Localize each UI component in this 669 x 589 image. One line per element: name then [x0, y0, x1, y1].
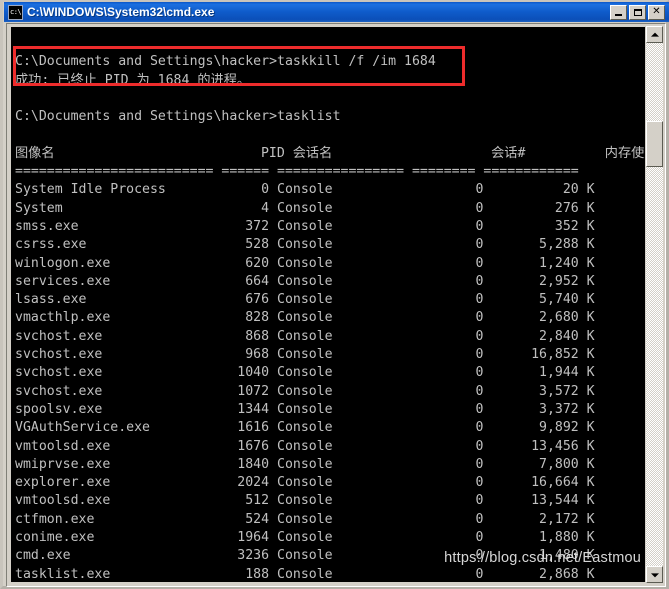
- screenshot-root: C:\WINDOWS\System32\cmd.exe ✕ C:\Documen…: [0, 0, 669, 589]
- command-line-tasklist: C:\Documents and Settings\hacker>tasklis…: [15, 109, 341, 125]
- maximize-button[interactable]: [629, 4, 646, 20]
- close-icon: ✕: [652, 6, 661, 17]
- table-row: ctfmon.exe 524 Console 0 2,172 K: [15, 511, 595, 527]
- scroll-up-button[interactable]: [646, 26, 663, 43]
- table-separator-row: ========================= ====== =======…: [15, 164, 579, 180]
- table-row: spoolsv.exe 1344 Console 0 3,372 K: [15, 401, 595, 417]
- cmd-icon: [8, 4, 23, 20]
- table-row: vmtoolsd.exe 512 Console 0 13,544 K: [15, 493, 595, 509]
- watermark-text: https://blog.csdn.net/Eastmou: [444, 550, 641, 566]
- scrollbar-thumb[interactable]: [646, 121, 663, 167]
- close-button[interactable]: ✕: [648, 4, 665, 20]
- window-controls: ✕: [610, 4, 665, 20]
- table-row: lsass.exe 676 Console 0 5,740 K: [15, 292, 595, 308]
- table-row: svchost.exe 868 Console 0 2,840 K: [15, 328, 595, 344]
- table-row: vmtoolsd.exe 1676 Console 0 13,456 K: [15, 438, 595, 454]
- table-row: vmacthlp.exe 828 Console 0 2,680 K: [15, 310, 595, 326]
- minimize-icon: [615, 13, 622, 16]
- table-row: wmiprvse.exe 1840 Console 0 7,800 K: [15, 456, 595, 472]
- window-client-area: C:\Documents and Settings\hacker>taskkil…: [6, 23, 666, 587]
- chevron-down-icon: [650, 572, 659, 577]
- console-output-area[interactable]: C:\Documents and Settings\hacker>taskkil…: [11, 27, 645, 582]
- chevron-up-icon: [650, 32, 659, 37]
- table-row: winlogon.exe 620 Console 0 1,240 K: [15, 255, 595, 271]
- cmd-window: C:\WINDOWS\System32\cmd.exe ✕ C:\Documen…: [0, 0, 669, 589]
- vertical-scrollbar[interactable]: [646, 26, 663, 583]
- table-row: explorer.exe 2024 Console 0 16,664 K: [15, 475, 595, 491]
- scroll-down-button[interactable]: [646, 566, 663, 583]
- table-row: tasklist.exe 188 Console 0 2,868 K: [15, 566, 595, 582]
- taskkill-result-line: 成功: 已终止 PID 为 1684 的进程。: [15, 72, 251, 88]
- table-row: smss.exe 372 Console 0 352 K: [15, 218, 595, 234]
- scrollbar-track[interactable]: [646, 43, 663, 566]
- minimize-button[interactable]: [610, 4, 627, 20]
- table-row: services.exe 664 Console 0 2,952 K: [15, 273, 595, 289]
- maximize-icon: [634, 8, 642, 16]
- window-title: C:\WINDOWS\System32\cmd.exe: [27, 5, 215, 19]
- table-row: svchost.exe 1072 Console 0 3,572 K: [15, 383, 595, 399]
- console-text: C:\Documents and Settings\hacker>taskkil…: [11, 27, 645, 582]
- window-titlebar[interactable]: C:\WINDOWS\System32\cmd.exe ✕: [4, 2, 669, 22]
- table-row: svchost.exe 1040 Console 0 1,944 K: [15, 365, 595, 381]
- table-row: svchost.exe 968 Console 0 16,852 K: [15, 347, 595, 363]
- table-row: VGAuthService.exe 1616 Console 0 9,892 K: [15, 420, 595, 436]
- command-line-taskkill: C:\Documents and Settings\hacker>taskkil…: [15, 54, 436, 70]
- table-row: conime.exe 1964 Console 0 1,880 K: [15, 530, 595, 546]
- table-row: System 4 Console 0 276 K: [15, 200, 595, 216]
- table-header-row: 图像名 PID 会话名 会话# 内存使用: [15, 145, 645, 161]
- table-row: System Idle Process 0 Console 0 20 K: [15, 182, 595, 198]
- table-row: csrss.exe 528 Console 0 5,288 K: [15, 237, 595, 253]
